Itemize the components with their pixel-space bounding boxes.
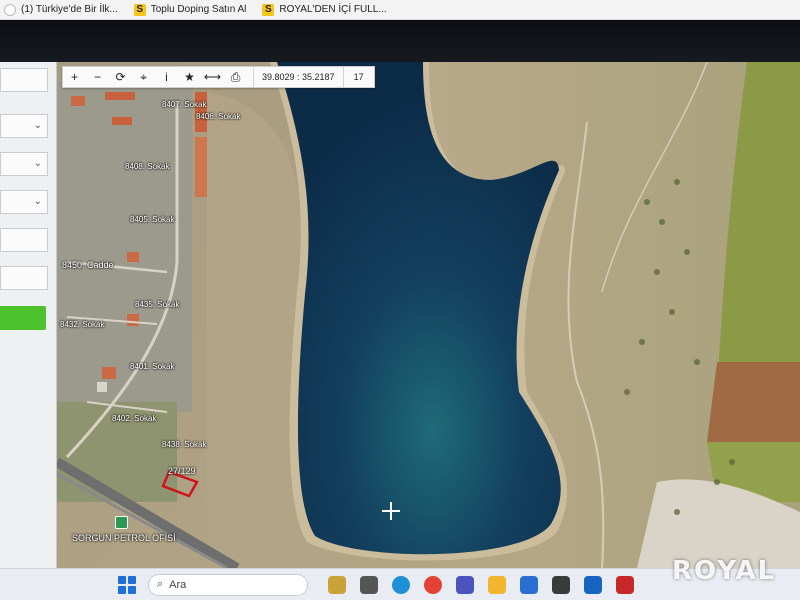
left-panel: ⌄ ⌄ ⌄ (0, 62, 57, 568)
panel-field-3[interactable] (0, 266, 48, 290)
zoom-out-icon[interactable]: − (86, 67, 109, 87)
map-toolbar: + − ⟳ ⌖ i ★ ⟷ ⎙ 39.8029 : 35.2187 17 (62, 66, 375, 88)
bookmark-2-label: Toplu Doping Satın Al (150, 4, 247, 15)
bookmark-1[interactable]: (1) Türkiye'de Bir İlk... (4, 3, 118, 16)
search-placeholder: Ara (169, 578, 187, 591)
teams-icon[interactable] (456, 575, 474, 594)
road-label: 8450. Cadde (62, 260, 114, 270)
bookmark-1-label: (1) Türkiye'de Bir İlk... (21, 4, 118, 15)
road-label: 8406. Sokak (196, 112, 241, 121)
refresh-icon[interactable]: ⟳ (109, 67, 132, 87)
chevron-down-icon: ⌄ (33, 158, 42, 169)
bookmark-3[interactable]: S ROYAL'DEN İÇİ FULL... (262, 3, 387, 16)
road-label: 8401. Sokak (130, 362, 175, 371)
crosshair-icon (382, 502, 400, 520)
road-label: 8408. Sokak (125, 162, 170, 171)
query-button[interactable] (0, 306, 46, 330)
chevron-down-icon: ⌄ (33, 120, 42, 131)
s-letter-icon: S (262, 3, 275, 16)
app-icon[interactable] (328, 575, 346, 594)
folder-icon[interactable] (488, 575, 506, 594)
panel-field-2[interactable] (0, 228, 48, 252)
road-label: 8435. Sokak (135, 300, 180, 309)
coordinate-readout: 39.8029 : 35.2187 (253, 67, 344, 87)
chrome-browser-icon[interactable] (424, 575, 442, 594)
satellite-map[interactable] (57, 62, 800, 568)
panel-field-1[interactable] (0, 68, 48, 92)
road-label: 8407. Sokak (162, 100, 207, 109)
watermark: ROYAL (672, 556, 777, 586)
road-label: 8432. Sokak (60, 320, 105, 329)
app-icon[interactable] (360, 575, 378, 594)
zoom-in-icon[interactable]: + (63, 67, 86, 87)
info-icon[interactable]: i (155, 67, 178, 87)
taskbar-apps (328, 575, 634, 594)
road-label: 8438. Sokak (162, 440, 207, 449)
panel-select-3[interactable]: ⌄ (0, 190, 48, 214)
windows-start-icon[interactable] (118, 575, 136, 594)
page-icon (4, 3, 16, 16)
star-icon[interactable]: ★ (178, 67, 201, 87)
measure-icon[interactable]: ⟷ (201, 67, 224, 87)
locate-icon[interactable]: ⌖ (132, 67, 155, 87)
store-icon[interactable] (520, 575, 538, 594)
edge-browser-icon[interactable] (392, 575, 410, 594)
chevron-down-icon: ⌄ (33, 196, 42, 207)
road-label: 8402. Sokak (112, 414, 157, 423)
taskbar-search[interactable]: ⌕ Ara (148, 573, 308, 596)
map-imagery (57, 62, 800, 568)
road-label: 8405. Sokak (130, 215, 175, 224)
s-letter-icon: S (133, 3, 146, 16)
fuel-station-icon (115, 516, 128, 529)
print-icon[interactable]: ⎙ (224, 67, 247, 87)
app-icon[interactable] (584, 575, 602, 594)
zoom-level: 17 (353, 72, 364, 82)
panel-select-2[interactable]: ⌄ (0, 152, 48, 176)
browser-frame-band (0, 20, 800, 62)
panel-select-1[interactable]: ⌄ (0, 114, 48, 138)
bookmark-3-label: ROYAL'DEN İÇİ FULL... (279, 4, 387, 15)
poi-label: SORGUN PETROL OFİSİ (72, 533, 176, 543)
app-icon[interactable] (552, 575, 570, 594)
bookmarks-bar: (1) Türkiye'de Bir İlk... S Toplu Doping… (0, 0, 800, 20)
search-icon: ⌕ (157, 578, 164, 590)
parcel-label: 27/129 (168, 466, 196, 476)
bookmark-2[interactable]: S Toplu Doping Satın Al (133, 3, 247, 16)
app-icon[interactable] (616, 575, 634, 594)
